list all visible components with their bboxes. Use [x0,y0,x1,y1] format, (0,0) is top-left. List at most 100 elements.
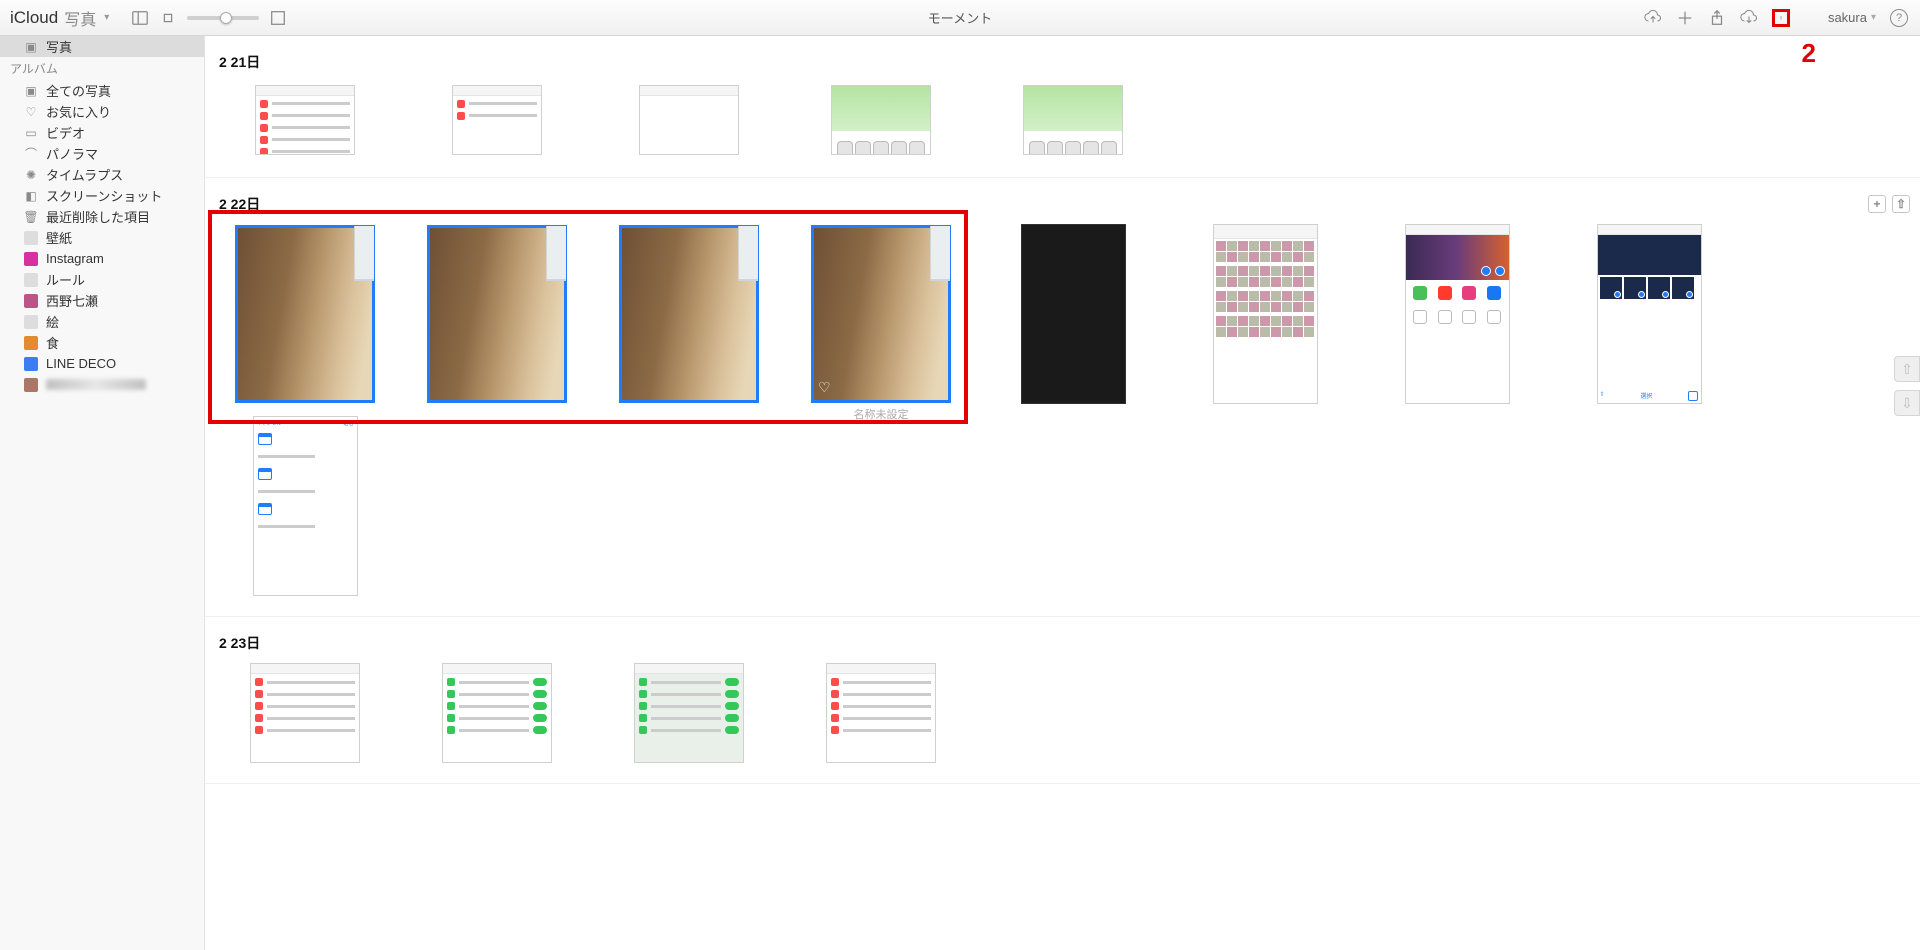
sidebar: ▣写真アルバム▣全ての写真♡お気に入り▭ビデオ⌒パノラマ✺タイムラプス◧スクリー… [0,36,205,950]
app-title: iCloud [10,8,58,28]
user-menu[interactable]: sakura ▾ [1828,10,1876,25]
photo-image [427,225,567,403]
zoom-in-icon[interactable] [269,9,287,27]
moment-group-title: 2 21日 [219,52,260,72]
photo-thumb[interactable] [215,663,395,763]
sidebar-toggle-icon[interactable] [131,9,149,27]
moment-group: 2 22日+⇧♡名称未設定⇧選択キャンセルVideo送信1 [205,178,1920,617]
square-icon [24,231,38,245]
heart-icon: ♡ [24,105,38,119]
food-icon [24,336,38,350]
avatar-icon [24,294,38,308]
zoom-slider[interactable] [187,16,259,20]
title-area[interactable]: iCloud 写真 ▾ [10,6,109,30]
photo-thumb[interactable] [215,82,395,157]
sidebar-item-nishino[interactable]: 西野七瀬 [0,290,204,311]
sidebar-item-wallpaper[interactable]: 壁紙 [0,227,204,248]
screenshot-image [250,663,360,763]
share-mini-button[interactable]: ⇧ [1892,195,1910,213]
screenshot-image: キャンセルVideo送信 [253,416,358,596]
screenshot-image [255,85,355,155]
moment-group-title: 2 22日 [219,194,260,214]
sidebar-item-label: Instagram [46,251,104,266]
moment-group-header: 2 21日 [215,44,1910,82]
add-mini-button[interactable]: + [1868,195,1886,213]
photo-grid: ♡名称未設定 ⇧選択キャンセルVideo送信 [215,224,1910,596]
photo-thumb[interactable] [407,663,587,763]
sidebar-item-screenshot[interactable]: ◧ スクリーンショット [0,185,204,206]
screenshot-image [634,663,744,763]
photo-thumb[interactable] [791,82,971,157]
moment-group-title: 2 23日 [219,633,260,653]
photo-image [619,225,759,403]
sidebar-item-video[interactable]: ▭ ビデオ [0,122,204,143]
photo-thumb[interactable] [791,663,971,763]
photo-thumb[interactable] [599,663,779,763]
header-right-tools: sakura ▾ ? [1644,9,1908,27]
photo-grid [215,82,1910,157]
photo-thumb[interactable]: ⇧選択 [1559,224,1739,404]
sidebar-item-label: ビデオ [46,123,85,142]
delete-button[interactable] [1772,9,1790,27]
instagram-icon [24,252,38,266]
sidebar-item-label: 西野七瀬 [46,291,98,310]
moment-group-header: 2 23日 [215,625,1910,663]
sidebar-item-label: ルール [46,270,85,289]
photo-thumb[interactable] [599,82,779,157]
screenshot-image: ⇧選択 [1597,224,1702,404]
video-icon: ▭ [24,126,38,140]
sidebar-item-label: 最近削除した項目 [46,207,150,226]
sidebar-item-all[interactable]: ▣ 全ての写真 [0,80,204,101]
screenshot-image [1405,224,1510,404]
sidebar-item-timelapse[interactable]: ✺タイムラプス [0,164,204,185]
photo-icon: ▣ [24,84,38,98]
main-content: ⇧ ⇩ 2 21日2 22日+⇧♡名称未設定⇧選択キャンセルVideo送信12 … [205,36,1920,950]
square-icon [24,315,38,329]
photo-thumb[interactable] [599,224,779,404]
sidebar-item-rule[interactable]: ルール [0,269,204,290]
photo-thumb[interactable]: ♡名称未設定 [791,224,971,404]
favorite-heart-icon: ♡ [818,379,831,396]
photo-thumb[interactable] [1175,224,1355,404]
sidebar-item-hidden[interactable] [0,374,204,395]
sidebar-item-label: 写真 [46,37,72,56]
share-icon[interactable] [1708,9,1726,27]
help-button[interactable]: ? [1890,9,1908,27]
screenshot-icon: ◧ [24,189,38,203]
timelapse-icon: ✺ [24,168,38,182]
sidebar-item-label: スクリーンショット [46,186,162,205]
photo-thumb[interactable] [1367,224,1547,404]
sidebar-item-panorama[interactable]: ⌒ パノラマ [0,143,204,164]
sidebar-item-trash[interactable]: 🗑最近削除した項目 [0,206,204,227]
photo-thumb[interactable] [407,82,587,157]
square-icon [24,273,38,287]
panorama-icon: ⌒ [24,147,38,161]
sidebar-item-fav[interactable]: ♡ お気に入り [0,101,204,122]
moment-group-header: 2 22日 + ⇧ [215,186,1910,224]
sidebar-item-art[interactable]: 絵 [0,311,204,332]
sidebar-item-label: パノラマ [46,144,98,163]
download-cloud-icon[interactable] [1740,9,1758,27]
sidebar-item-label: LINE DECO [46,356,116,371]
sidebar-item-photos[interactable]: ▣ 写真 [0,36,204,57]
photo-thumb[interactable] [983,224,1163,404]
screenshot-image [831,85,931,155]
sidebar-item-linedeco[interactable]: LINE DECO [0,353,204,374]
screenshot-image [1213,224,1318,404]
add-icon[interactable] [1676,9,1694,27]
photo-thumb[interactable] [983,82,1163,157]
zoom-out-icon[interactable] [159,9,177,27]
upload-cloud-icon[interactable] [1644,9,1662,27]
photo-thumb[interactable] [215,224,395,404]
sidebar-item-label: お気に入り [46,102,111,121]
sidebar-item-label [46,379,146,390]
sidebar-item-food[interactable]: 食 [0,332,204,353]
sidebar-item-label: 壁紙 [46,228,72,247]
photo-image [235,225,375,403]
sidebar-item-label: 全ての写真 [46,81,111,100]
sidebar-item-instagram[interactable]: Instagram [0,248,204,269]
photo-thumb[interactable]: キャンセルVideo送信 [215,416,395,596]
photo-thumb[interactable] [407,224,587,404]
user-name: sakura [1828,10,1867,25]
photo-icon: ▣ [24,40,38,54]
